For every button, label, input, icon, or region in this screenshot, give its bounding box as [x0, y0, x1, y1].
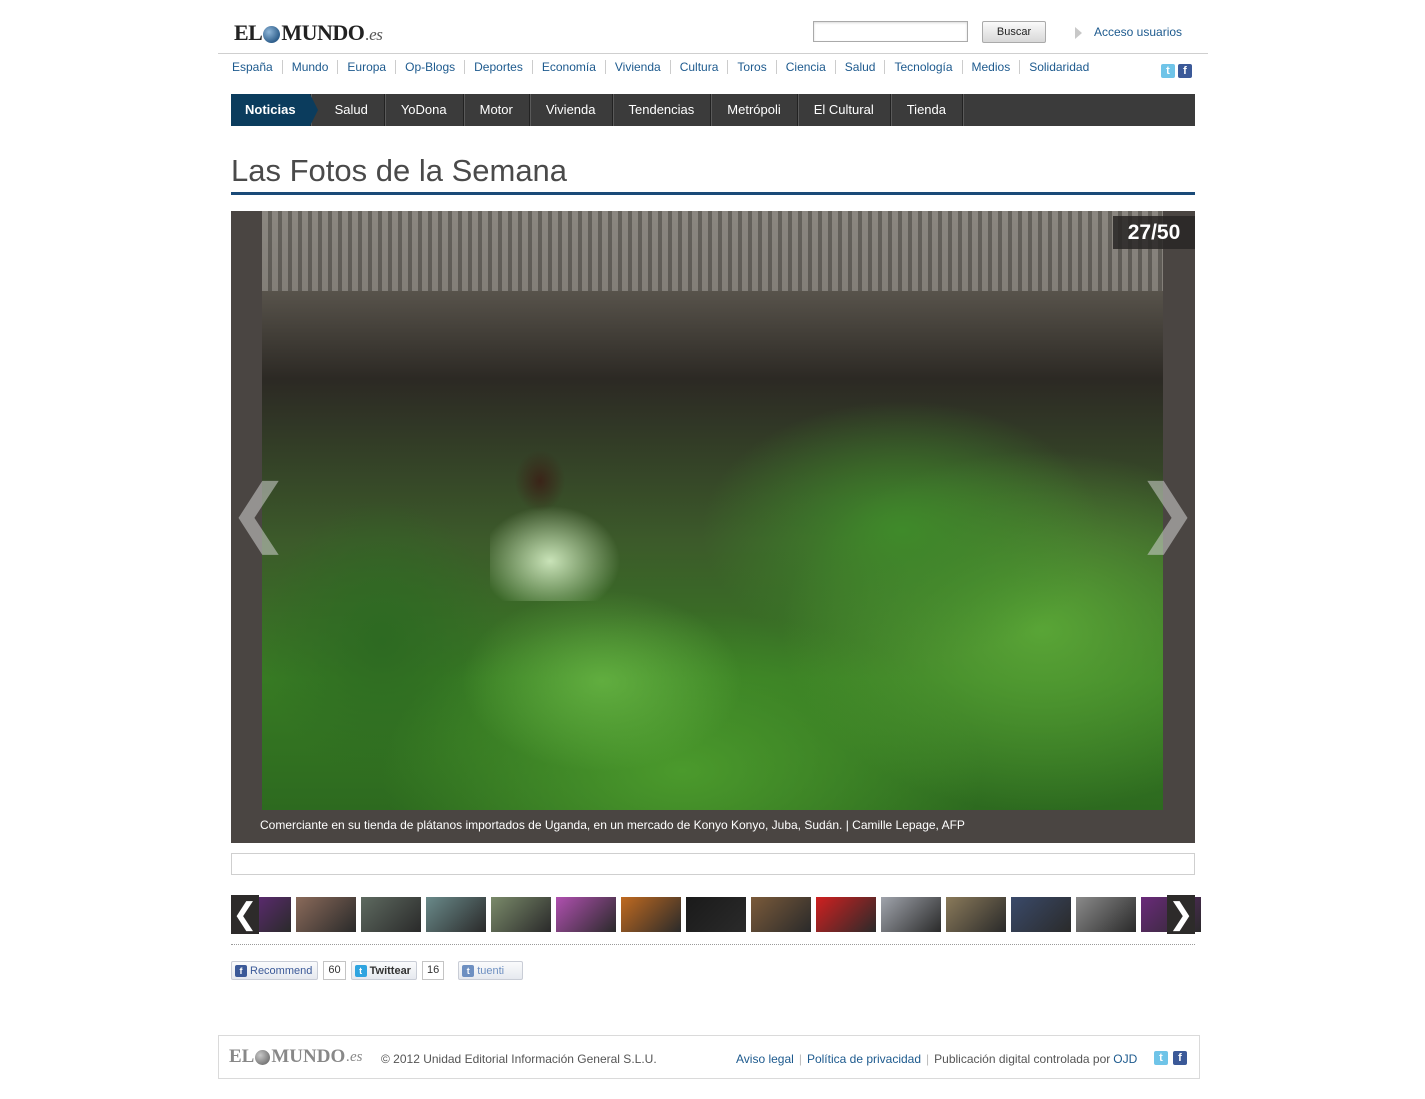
title-divider — [231, 192, 1195, 195]
facebook-recommend-button[interactable]: f Recommend — [231, 961, 319, 980]
triangle-right-icon — [1075, 27, 1082, 39]
user-access-link[interactable]: Acceso usuarios — [1094, 25, 1182, 39]
section-link-cultura[interactable]: Cultura — [671, 60, 729, 74]
nav-tab-tendencias[interactable]: Tendencias — [613, 94, 712, 126]
nav-tab-metropoli[interactable]: Metrópoli — [711, 94, 798, 126]
facebook-icon[interactable]: f — [1178, 64, 1192, 78]
nav-tab-el-cultural[interactable]: El Cultural — [798, 94, 891, 126]
footer-logo-es: .es — [346, 1048, 363, 1065]
section-link-mundo[interactable]: Mundo — [283, 60, 339, 74]
nav-tab-motor[interactable]: Motor — [464, 94, 530, 126]
twitter-icon[interactable]: t — [1154, 1051, 1168, 1065]
privacy-policy-link[interactable]: Política de privacidad — [807, 1052, 921, 1066]
thumbnail-image[interactable] — [881, 897, 941, 932]
section-link-salud[interactable]: Salud — [836, 60, 886, 74]
recommend-count: 60 — [323, 961, 346, 980]
twitter-count: 16 — [421, 961, 445, 980]
thumbnail-image[interactable] — [1011, 897, 1071, 932]
footer-logo-el: EL — [229, 1046, 255, 1067]
copyright-text: © 2012 Unidad Editorial Información Gene… — [381, 1052, 657, 1066]
tuenti-icon: t — [462, 964, 475, 977]
thumbnails-prev-icon[interactable]: ❮ — [231, 895, 259, 934]
empty-ad-slot — [231, 853, 1195, 875]
footer-links: Aviso legal | Política de privacidad | P… — [736, 1052, 1137, 1066]
separator: | — [798, 1052, 802, 1066]
ojd-link[interactable]: OJD — [1113, 1052, 1137, 1066]
thumbnail-image[interactable] — [621, 897, 681, 932]
main-nav: Noticias Salud YoDona Motor Vivienda Ten… — [231, 94, 1195, 126]
nav-tab-yodona[interactable]: YoDona — [385, 94, 464, 126]
section-link-vivienda[interactable]: Vivienda — [606, 60, 671, 74]
facebook-icon: f — [235, 964, 247, 977]
section-link-ciencia[interactable]: Ciencia — [777, 60, 836, 74]
thumbnail-image[interactable] — [946, 897, 1006, 932]
thumbnail-list — [258, 897, 1201, 932]
section-link-deportes[interactable]: Deportes — [465, 60, 533, 74]
section-links: España Mundo Europa Op-Blogs Deportes Ec… — [224, 60, 1098, 74]
nav-tab-salud[interactable]: Salud — [319, 94, 385, 126]
nav-tab-noticias[interactable]: Noticias — [231, 94, 318, 126]
tuenti-label: tuenti — [477, 964, 505, 977]
recommend-label: Recommend — [250, 964, 313, 977]
gallery-photo[interactable] — [262, 211, 1163, 810]
twitter-icon: t — [354, 964, 367, 977]
separator: | — [926, 1052, 930, 1066]
twitter-label: Twittear — [369, 964, 411, 977]
thumbnail-image[interactable] — [491, 897, 551, 932]
section-link-medios[interactable]: Medios — [963, 60, 1021, 74]
search-button[interactable]: Buscar — [982, 21, 1046, 43]
search-input[interactable] — [813, 21, 968, 42]
publication-text: Publicación digital controlada por — [934, 1052, 1111, 1066]
photo-gallery: 27/50 ❮ ❯ Comerciante en su tienda de pl… — [228, 211, 1198, 843]
section-link-economia[interactable]: Economía — [533, 60, 606, 74]
thumbnail-image[interactable] — [686, 897, 746, 932]
globe-icon — [263, 25, 281, 43]
thumbnail-image[interactable] — [361, 897, 421, 932]
site-logo[interactable]: EL MUNDO .es — [234, 20, 383, 46]
next-photo-arrow-icon[interactable]: ❯ — [1136, 474, 1198, 550]
site-footer: EL MUNDO .es © 2012 Unidad Editorial Infor… — [218, 1035, 1200, 1079]
section-link-solidaridad[interactable]: Solidaridad — [1020, 60, 1098, 74]
page-title: Las Fotos de la Semana — [231, 153, 568, 188]
photo-roof-detail — [262, 211, 1163, 291]
twitter-share-button[interactable]: t Twittear — [350, 961, 417, 980]
dotted-divider — [231, 944, 1195, 945]
section-link-toros[interactable]: Toros — [728, 60, 777, 74]
footer-logo[interactable]: EL MUNDO .es — [229, 1046, 363, 1068]
thumbnail-image[interactable] — [1076, 897, 1136, 932]
social-links-top: t f — [1161, 64, 1192, 78]
facebook-icon[interactable]: f — [1173, 1051, 1187, 1065]
logo-text-el: EL — [234, 20, 263, 45]
thumbnail-image[interactable] — [258, 897, 291, 932]
section-link-europa[interactable]: Europa — [338, 60, 397, 74]
thumbnail-image[interactable] — [426, 897, 486, 932]
section-link-tecnologia[interactable]: Tecnología — [885, 60, 963, 74]
nav-tab-vivienda[interactable]: Vivienda — [530, 94, 613, 126]
thumbnail-image[interactable] — [816, 897, 876, 932]
photo-subject — [490, 451, 640, 601]
social-links-footer: t f — [1154, 1051, 1187, 1065]
nav-tab-tienda[interactable]: Tienda — [891, 94, 963, 126]
share-bar: f Recommend 60 t Twittear 16 t tuenti — [231, 961, 524, 980]
thumbnail-image[interactable] — [296, 897, 356, 932]
footer-logo-mundo: MUNDO — [271, 1046, 346, 1067]
thumbnail-image[interactable] — [556, 897, 616, 932]
twitter-icon[interactable]: t — [1161, 64, 1175, 78]
thumbnail-strip: ❮ ❯ — [231, 895, 1201, 934]
globe-icon — [255, 1049, 271, 1065]
site-header: EL MUNDO .es Buscar Acceso usuarios — [218, 0, 1208, 54]
thumbnails-next-icon[interactable]: ❯ — [1167, 895, 1195, 934]
photo-caption: Comerciante en su tienda de plátanos imp… — [260, 818, 965, 832]
section-link-op-blogs[interactable]: Op-Blogs — [396, 60, 466, 74]
section-link-espana[interactable]: España — [224, 60, 283, 74]
thumbnail-image[interactable] — [751, 897, 811, 932]
legal-notice-link[interactable]: Aviso legal — [736, 1052, 794, 1066]
logo-text-es: .es — [365, 25, 383, 44]
previous-photo-arrow-icon[interactable]: ❮ — [228, 474, 290, 550]
tuenti-share-button[interactable]: t tuenti — [458, 961, 524, 980]
logo-text-mundo: MUNDO — [281, 20, 365, 45]
photo-counter: 27/50 — [1113, 216, 1195, 249]
